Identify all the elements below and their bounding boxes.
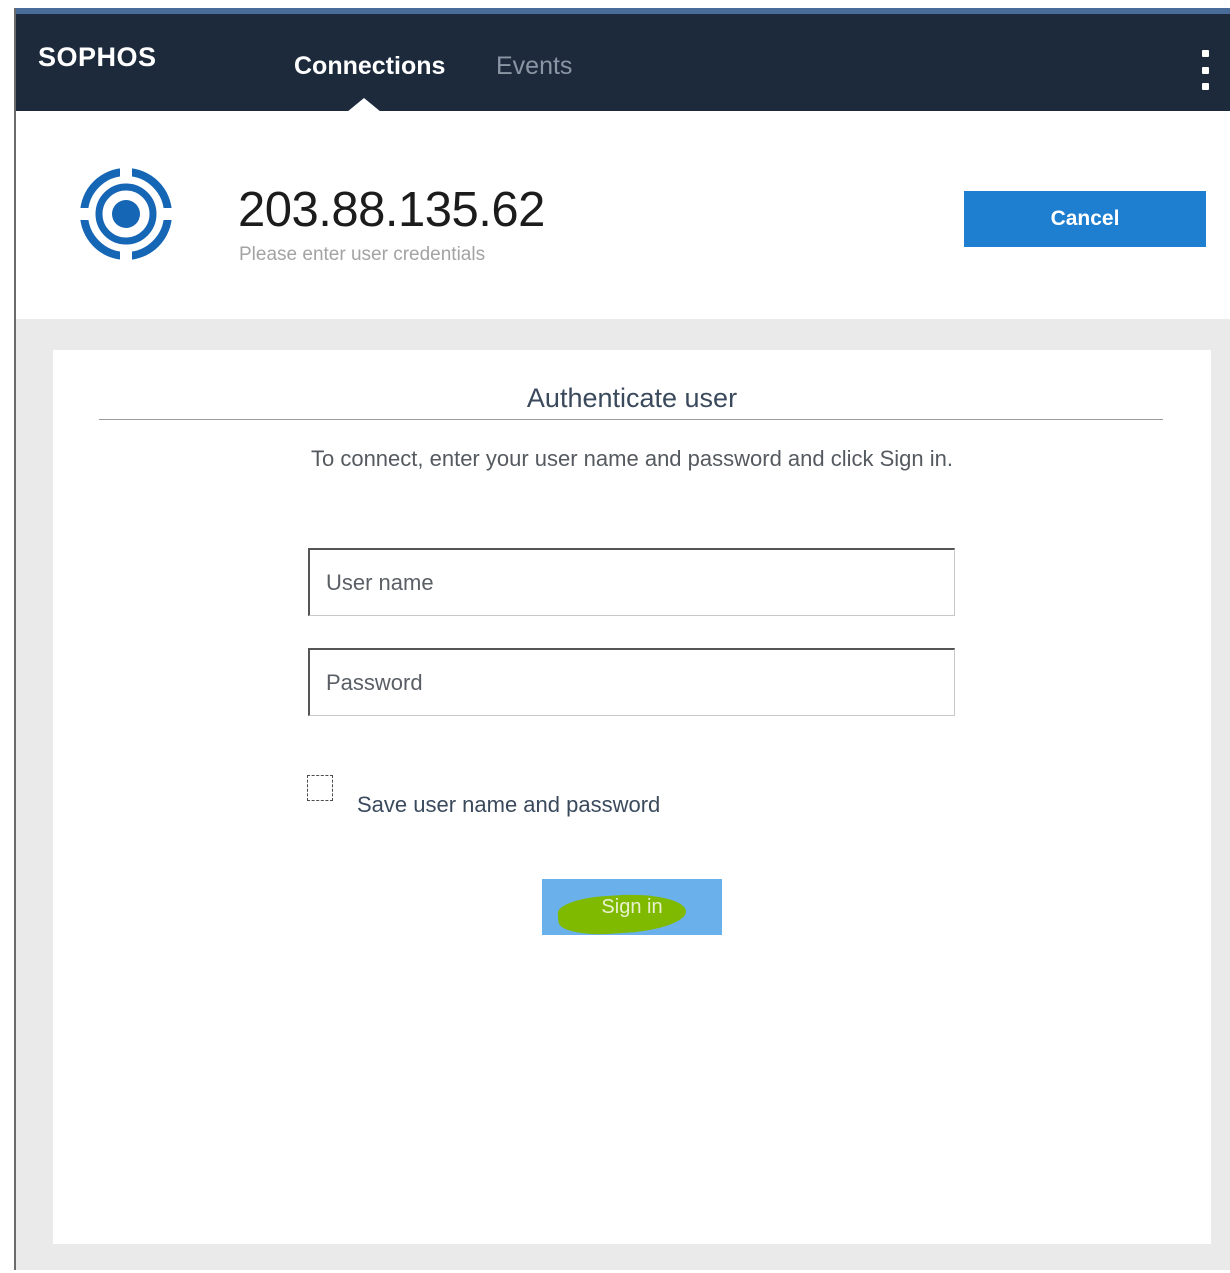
sophos-logo: SOPHOS xyxy=(38,42,157,72)
sign-in-button[interactable]: Sign in xyxy=(542,879,722,935)
save-credentials-checkbox[interactable] xyxy=(307,775,333,801)
title-divider xyxy=(99,419,1163,420)
authenticate-panel: Authenticate user To connect, enter your… xyxy=(53,350,1211,1244)
username-input[interactable] xyxy=(310,550,954,615)
kebab-dot xyxy=(1201,66,1209,74)
active-tab-indicator xyxy=(347,98,381,112)
target-icon xyxy=(78,166,174,262)
sign-in-label: Sign in xyxy=(601,895,663,918)
connection-status-text: Please enter user credentials xyxy=(239,244,486,265)
tab-connections[interactable]: Connections xyxy=(294,52,445,81)
kebab-dot xyxy=(1201,83,1209,90)
tab-events[interactable]: Events xyxy=(496,52,572,81)
username-field[interactable] xyxy=(308,548,955,616)
kebab-menu-icon[interactable] xyxy=(1200,50,1210,90)
connection-header: 203.88.135.62 Please enter user credenti… xyxy=(16,111,1230,319)
instructions-text: To connect, enter your user name and pas… xyxy=(310,446,954,471)
top-navigation-bar: SOPHOS Connections Events xyxy=(16,14,1230,112)
password-input[interactable] xyxy=(310,650,954,715)
vpn-client-window: SOPHOS Connections Events 203.88.135.62 … xyxy=(14,8,1230,1270)
password-field[interactable] xyxy=(308,648,955,716)
cancel-button[interactable]: Cancel xyxy=(964,191,1206,247)
panel-title: Authenticate user xyxy=(526,383,738,413)
kebab-dot xyxy=(1201,50,1209,57)
server-address: 203.88.135.62 xyxy=(238,183,545,237)
save-credentials-label[interactable]: Save user name and password xyxy=(357,792,660,818)
